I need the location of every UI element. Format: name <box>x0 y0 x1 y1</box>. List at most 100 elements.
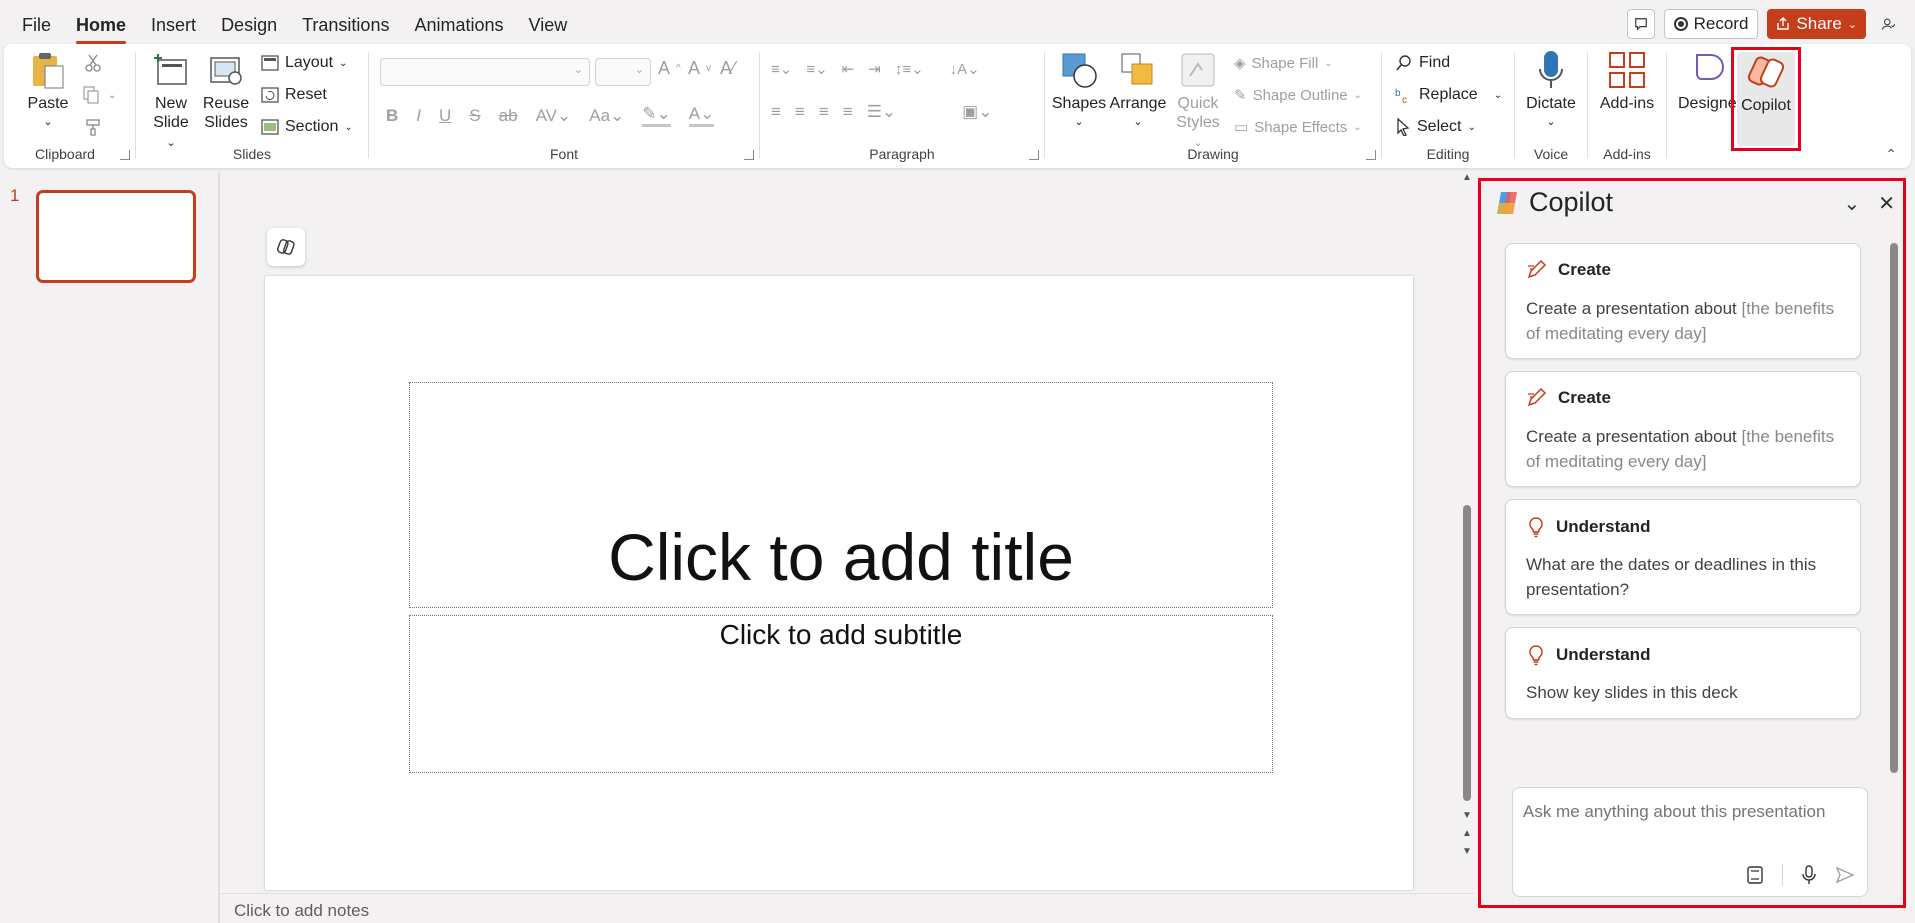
shape-effects-button[interactable]: ▭ Shape Effects ⌄ <box>1234 118 1362 137</box>
subtitle-placeholder[interactable]: Click to add subtitle <box>409 615 1273 773</box>
suggestion-card[interactable]: Understand Show key slides in this deck <box>1505 627 1861 719</box>
comments-button[interactable] <box>1626 9 1655 39</box>
lightbulb-icon <box>1529 517 1543 538</box>
slide-thumbnail[interactable] <box>36 190 196 283</box>
chevron-down-icon[interactable]: ⌄ <box>1843 191 1860 216</box>
increase-indent-icon[interactable]: ⇥ <box>868 60 881 78</box>
shape-outline-button[interactable]: ✎ Shape Outline ⌄ <box>1234 86 1362 105</box>
notes-placeholder: Click to add notes <box>234 901 370 920</box>
dialog-launcher-icon[interactable] <box>1366 150 1376 160</box>
close-icon[interactable]: ✕ <box>1878 191 1895 216</box>
quick-label-2: Styles <box>1176 114 1220 131</box>
tab-design[interactable]: Design <box>221 14 277 36</box>
slide-scrollbar[interactable]: ▲ ▼ ▲ ▼ <box>1460 172 1474 872</box>
copilot-prompt-input[interactable] <box>1523 798 1857 826</box>
layout-button[interactable]: Layout ⌄ <box>261 54 347 72</box>
replace-button[interactable]: bc Replace ⌄ <box>1395 86 1502 104</box>
tab-insert[interactable]: Insert <box>151 14 196 36</box>
section-button[interactable]: Section ⌄ <box>261 118 353 136</box>
bold-icon[interactable]: B <box>386 106 398 126</box>
paint-bucket-icon: ◈ <box>1234 55 1246 72</box>
font-family-select[interactable]: ⌄ <box>380 58 590 86</box>
previous-slide-icon[interactable]: ▲ <box>1462 828 1472 839</box>
dialog-launcher-icon[interactable] <box>120 150 130 160</box>
slide-number: 1 <box>10 186 20 205</box>
new-slide-button[interactable]: New Slide ⌄ <box>147 50 195 153</box>
suggestion-card[interactable]: Create Create a presentation about [the … <box>1505 371 1861 487</box>
scrollbar-thumb[interactable] <box>1463 505 1471 801</box>
strikethrough-icon[interactable]: S <box>469 106 480 126</box>
align-center-icon[interactable]: ≡ <box>795 102 805 122</box>
send-icon[interactable] <box>1835 865 1855 885</box>
copilot-scrollbar[interactable] <box>1890 243 1898 773</box>
dictate-button[interactable]: Dictate ⌄ <box>1524 50 1578 132</box>
drawing-group: Shapes ⌄ Arrange ⌄ Quick Styles ⌄ ◈ Shap… <box>1046 44 1380 168</box>
line-spacing-icon[interactable]: ↕≡⌄ <box>895 60 924 78</box>
format-painter-icon[interactable] <box>84 118 102 136</box>
quick-styles-button[interactable]: Quick Styles ⌄ <box>1170 50 1226 153</box>
numbering-icon[interactable]: ≡⌄ <box>806 60 827 78</box>
share-button[interactable]: Share ⌄ <box>1767 9 1866 39</box>
paste-button[interactable]: Paste ⌄ <box>20 50 76 132</box>
copy-icon[interactable]: ⌄ <box>82 86 116 104</box>
scroll-down-icon[interactable]: ▼ <box>1462 810 1472 821</box>
columns-icon[interactable]: ☰⌄ <box>867 102 896 122</box>
add-ins-button[interactable]: Add-ins <box>1597 50 1657 113</box>
character-spacing-icon[interactable]: AV⌄ <box>536 106 572 126</box>
clear-formatting-icon[interactable]: A⁄ <box>720 58 735 79</box>
slide-copilot-button[interactable] <box>267 228 305 266</box>
italic-icon[interactable]: I <box>416 106 421 126</box>
find-button[interactable]: Find <box>1395 54 1450 72</box>
scroll-up-icon[interactable]: ▲ <box>1462 172 1472 183</box>
lightbulb-icon <box>1529 645 1543 666</box>
sort-icon[interactable]: ↓A⌄ <box>950 60 980 78</box>
dialog-launcher-icon[interactable] <box>1029 150 1039 160</box>
font-color-icon[interactable]: A⌄ <box>688 104 715 127</box>
record-button[interactable]: Record <box>1663 9 1759 39</box>
subscript-icon[interactable]: ab <box>499 106 518 126</box>
chevron-down-icon: ⌄ <box>1353 121 1362 133</box>
align-left-icon[interactable]: ≡ <box>771 102 781 122</box>
cut-icon[interactable] <box>84 54 102 72</box>
increase-font-icon[interactable]: A ^ <box>658 58 681 79</box>
next-slide-icon[interactable]: ▼ <box>1462 846 1472 857</box>
title-placeholder[interactable]: Click to add title <box>409 382 1273 608</box>
bullets-icon[interactable]: ≡⌄ <box>771 60 792 78</box>
suggestion-card[interactable]: Create Create a presentation about [the … <box>1505 243 1861 359</box>
tab-animations[interactable]: Animations <box>414 14 503 36</box>
quick-label-1: Quick <box>1177 95 1219 112</box>
decrease-font-icon[interactable]: Av <box>688 58 711 79</box>
font-size-select[interactable]: ⌄ <box>595 58 651 86</box>
align-right-icon[interactable]: ≡ <box>819 102 829 122</box>
account-button[interactable] <box>1875 9 1901 39</box>
select-button[interactable]: Select ⌄ <box>1395 118 1476 136</box>
justify-icon[interactable]: ≡ <box>843 102 853 122</box>
tab-file[interactable]: File <box>22 14 51 36</box>
shape-fill-button[interactable]: ◈ Shape Fill ⌄ <box>1234 54 1333 73</box>
reset-button[interactable]: Reset <box>261 86 327 104</box>
notes-pane[interactable]: Click to add notes <box>220 893 1474 923</box>
align-text-icon[interactable]: ▣⌄ <box>962 102 992 122</box>
shape-effects-label: Shape Effects <box>1254 118 1348 136</box>
decrease-indent-icon[interactable]: ⇤ <box>842 60 855 78</box>
microphone-icon[interactable] <box>1801 865 1817 885</box>
tab-view[interactable]: View <box>529 14 568 36</box>
new-slide-icon <box>151 50 191 90</box>
reuse-slides-button[interactable]: Reuse Slides <box>201 50 251 132</box>
collapse-ribbon-icon[interactable]: ⌃ <box>1885 146 1897 163</box>
underline-icon[interactable]: U <box>439 106 451 126</box>
dialog-launcher-icon[interactable] <box>744 150 754 160</box>
highlight-color-icon[interactable]: ✎⌄ <box>642 104 671 127</box>
designer-button[interactable]: Designer <box>1678 50 1742 113</box>
layout-icon <box>261 55 279 71</box>
prompt-guide-icon[interactable] <box>1746 865 1764 885</box>
tab-transitions[interactable]: Transitions <box>302 14 389 36</box>
font-group-label: Font <box>549 146 578 162</box>
change-case-icon[interactable]: Aa⌄ <box>589 106 624 126</box>
suggestion-kind: Understand <box>1556 517 1651 536</box>
suggestion-card[interactable]: Understand What are the dates or deadlin… <box>1505 499 1861 615</box>
arrange-label: Arrange <box>1109 95 1167 112</box>
tab-home[interactable]: Home <box>76 14 127 44</box>
arrange-button[interactable]: Arrange ⌄ <box>1108 50 1168 132</box>
shapes-button[interactable]: Shapes ⌄ <box>1052 50 1106 132</box>
